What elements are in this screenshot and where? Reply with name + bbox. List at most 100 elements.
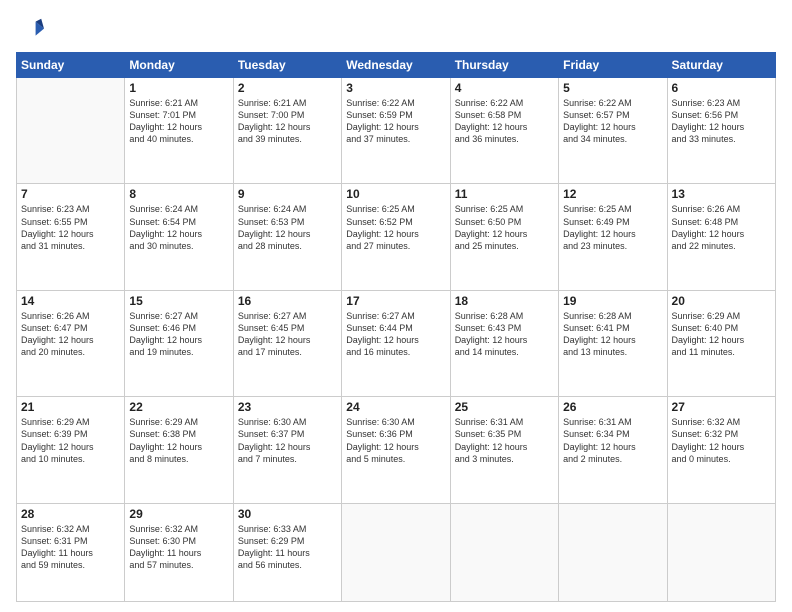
day-number: 30 xyxy=(238,507,337,521)
calendar-week-row: 1 Sunrise: 6:21 AM Sunset: 7:01 PM Daylig… xyxy=(17,78,776,184)
header xyxy=(16,16,776,44)
day-info: Sunrise: 6:21 AM Sunset: 7:01 PM Dayligh… xyxy=(129,97,228,146)
calendar-cell: 9 Sunrise: 6:24 AM Sunset: 6:53 PM Daylig… xyxy=(233,184,341,290)
day-info: Sunrise: 6:29 AM Sunset: 6:40 PM Dayligh… xyxy=(672,310,771,359)
day-info: Sunrise: 6:28 AM Sunset: 6:41 PM Dayligh… xyxy=(563,310,662,359)
calendar-week-row: 7 Sunrise: 6:23 AM Sunset: 6:55 PM Daylig… xyxy=(17,184,776,290)
day-number: 10 xyxy=(346,187,445,201)
day-of-week-header: Friday xyxy=(559,53,667,78)
day-info: Sunrise: 6:32 AM Sunset: 6:32 PM Dayligh… xyxy=(672,416,771,465)
day-number: 9 xyxy=(238,187,337,201)
calendar-cell: 19 Sunrise: 6:28 AM Sunset: 6:41 PM Dayli… xyxy=(559,290,667,396)
day-of-week-header: Wednesday xyxy=(342,53,450,78)
day-of-week-header: Thursday xyxy=(450,53,558,78)
day-info: Sunrise: 6:27 AM Sunset: 6:46 PM Dayligh… xyxy=(129,310,228,359)
calendar-cell xyxy=(559,503,667,601)
day-number: 19 xyxy=(563,294,662,308)
day-info: Sunrise: 6:28 AM Sunset: 6:43 PM Dayligh… xyxy=(455,310,554,359)
day-number: 12 xyxy=(563,187,662,201)
day-info: Sunrise: 6:23 AM Sunset: 6:56 PM Dayligh… xyxy=(672,97,771,146)
day-of-week-header: Sunday xyxy=(17,53,125,78)
day-number: 6 xyxy=(672,81,771,95)
day-number: 5 xyxy=(563,81,662,95)
day-info: Sunrise: 6:22 AM Sunset: 6:57 PM Dayligh… xyxy=(563,97,662,146)
calendar-cell: 18 Sunrise: 6:28 AM Sunset: 6:43 PM Dayli… xyxy=(450,290,558,396)
day-number: 16 xyxy=(238,294,337,308)
calendar-cell: 29 Sunrise: 6:32 AM Sunset: 6:30 PM Dayli… xyxy=(125,503,233,601)
calendar-cell: 16 Sunrise: 6:27 AM Sunset: 6:45 PM Dayli… xyxy=(233,290,341,396)
calendar-cell: 15 Sunrise: 6:27 AM Sunset: 6:46 PM Dayli… xyxy=(125,290,233,396)
day-of-week-header: Monday xyxy=(125,53,233,78)
day-info: Sunrise: 6:25 AM Sunset: 6:52 PM Dayligh… xyxy=(346,203,445,252)
calendar-week-row: 14 Sunrise: 6:26 AM Sunset: 6:47 PM Dayli… xyxy=(17,290,776,396)
calendar-cell: 11Sunrise: 6:25 AM Sunset: 6:50 PM Dayli… xyxy=(450,184,558,290)
day-info: Sunrise: 6:25 AM Sunset: 6:50 PM Dayligh… xyxy=(455,203,554,252)
calendar-cell: 5 Sunrise: 6:22 AM Sunset: 6:57 PM Daylig… xyxy=(559,78,667,184)
day-number: 27 xyxy=(672,400,771,414)
calendar-cell: 26 Sunrise: 6:31 AM Sunset: 6:34 PM Dayli… xyxy=(559,397,667,503)
day-number: 1 xyxy=(129,81,228,95)
calendar-cell: 21 Sunrise: 6:29 AM Sunset: 6:39 PM Dayli… xyxy=(17,397,125,503)
day-info: Sunrise: 6:22 AM Sunset: 6:59 PM Dayligh… xyxy=(346,97,445,146)
day-info: Sunrise: 6:29 AM Sunset: 6:39 PM Dayligh… xyxy=(21,416,120,465)
calendar-cell: 14 Sunrise: 6:26 AM Sunset: 6:47 PM Dayli… xyxy=(17,290,125,396)
day-number: 22 xyxy=(129,400,228,414)
day-info: Sunrise: 6:27 AM Sunset: 6:45 PM Dayligh… xyxy=(238,310,337,359)
day-info: Sunrise: 6:27 AM Sunset: 6:44 PM Dayligh… xyxy=(346,310,445,359)
day-number: 15 xyxy=(129,294,228,308)
calendar-cell: 7 Sunrise: 6:23 AM Sunset: 6:55 PM Daylig… xyxy=(17,184,125,290)
day-number: 23 xyxy=(238,400,337,414)
day-number: 26 xyxy=(563,400,662,414)
day-number: 29 xyxy=(129,507,228,521)
calendar-cell: 17 Sunrise: 6:27 AM Sunset: 6:44 PM Dayli… xyxy=(342,290,450,396)
day-number: 24 xyxy=(346,400,445,414)
day-number: 18 xyxy=(455,294,554,308)
calendar-cell: 2Sunrise: 6:21 AM Sunset: 7:00 PM Daylig… xyxy=(233,78,341,184)
day-info: Sunrise: 6:31 AM Sunset: 6:34 PM Dayligh… xyxy=(563,416,662,465)
day-number: 28 xyxy=(21,507,120,521)
day-number: 17 xyxy=(346,294,445,308)
day-info: Sunrise: 6:26 AM Sunset: 6:47 PM Dayligh… xyxy=(21,310,120,359)
day-number: 3 xyxy=(346,81,445,95)
day-info: Sunrise: 6:24 AM Sunset: 6:54 PM Dayligh… xyxy=(129,203,228,252)
day-info: Sunrise: 6:30 AM Sunset: 6:37 PM Dayligh… xyxy=(238,416,337,465)
calendar-cell: 10 Sunrise: 6:25 AM Sunset: 6:52 PM Dayli… xyxy=(342,184,450,290)
calendar-cell: 13Sunrise: 6:26 AM Sunset: 6:48 PM Dayli… xyxy=(667,184,775,290)
day-info: Sunrise: 6:24 AM Sunset: 6:53 PM Dayligh… xyxy=(238,203,337,252)
calendar-cell: 3 Sunrise: 6:22 AM Sunset: 6:59 PM Daylig… xyxy=(342,78,450,184)
day-number: 13 xyxy=(672,187,771,201)
calendar-cell xyxy=(17,78,125,184)
day-number: 4 xyxy=(455,81,554,95)
calendar-cell: 27 Sunrise: 6:32 AM Sunset: 6:32 PM Dayli… xyxy=(667,397,775,503)
day-info: Sunrise: 6:32 AM Sunset: 6:31 PM Dayligh… xyxy=(21,523,120,572)
logo xyxy=(16,16,48,44)
calendar-cell: 12Sunrise: 6:25 AM Sunset: 6:49 PM Dayli… xyxy=(559,184,667,290)
day-number: 7 xyxy=(21,187,120,201)
calendar-cell xyxy=(667,503,775,601)
day-number: 20 xyxy=(672,294,771,308)
day-info: Sunrise: 6:32 AM Sunset: 6:30 PM Dayligh… xyxy=(129,523,228,572)
calendar-cell: 30 Sunrise: 6:33 AM Sunset: 6:29 PM Dayli… xyxy=(233,503,341,601)
day-info: Sunrise: 6:31 AM Sunset: 6:35 PM Dayligh… xyxy=(455,416,554,465)
logo-icon xyxy=(16,16,44,44)
day-number: 8 xyxy=(129,187,228,201)
day-info: Sunrise: 6:23 AM Sunset: 6:55 PM Dayligh… xyxy=(21,203,120,252)
calendar-cell: 22Sunrise: 6:29 AM Sunset: 6:38 PM Dayli… xyxy=(125,397,233,503)
day-number: 25 xyxy=(455,400,554,414)
day-number: 21 xyxy=(21,400,120,414)
calendar-week-row: 21 Sunrise: 6:29 AM Sunset: 6:39 PM Dayli… xyxy=(17,397,776,503)
calendar-cell: 8 Sunrise: 6:24 AM Sunset: 6:54 PM Daylig… xyxy=(125,184,233,290)
calendar-cell: 28 Sunrise: 6:32 AM Sunset: 6:31 PM Dayli… xyxy=(17,503,125,601)
day-of-week-header: Tuesday xyxy=(233,53,341,78)
day-info: Sunrise: 6:33 AM Sunset: 6:29 PM Dayligh… xyxy=(238,523,337,572)
calendar-cell: 24 Sunrise: 6:30 AM Sunset: 6:36 PM Dayli… xyxy=(342,397,450,503)
calendar-header-row: SundayMondayTuesdayWednesdayThursdayFrid… xyxy=(17,53,776,78)
calendar-table: SundayMondayTuesdayWednesdayThursdayFrid… xyxy=(16,52,776,602)
calendar-cell xyxy=(450,503,558,601)
day-info: Sunrise: 6:30 AM Sunset: 6:36 PM Dayligh… xyxy=(346,416,445,465)
calendar-week-row: 28 Sunrise: 6:32 AM Sunset: 6:31 PM Dayli… xyxy=(17,503,776,601)
calendar-cell: 20 Sunrise: 6:29 AM Sunset: 6:40 PM Dayli… xyxy=(667,290,775,396)
calendar-cell: 1 Sunrise: 6:21 AM Sunset: 7:01 PM Daylig… xyxy=(125,78,233,184)
day-of-week-header: Saturday xyxy=(667,53,775,78)
day-number: 14 xyxy=(21,294,120,308)
